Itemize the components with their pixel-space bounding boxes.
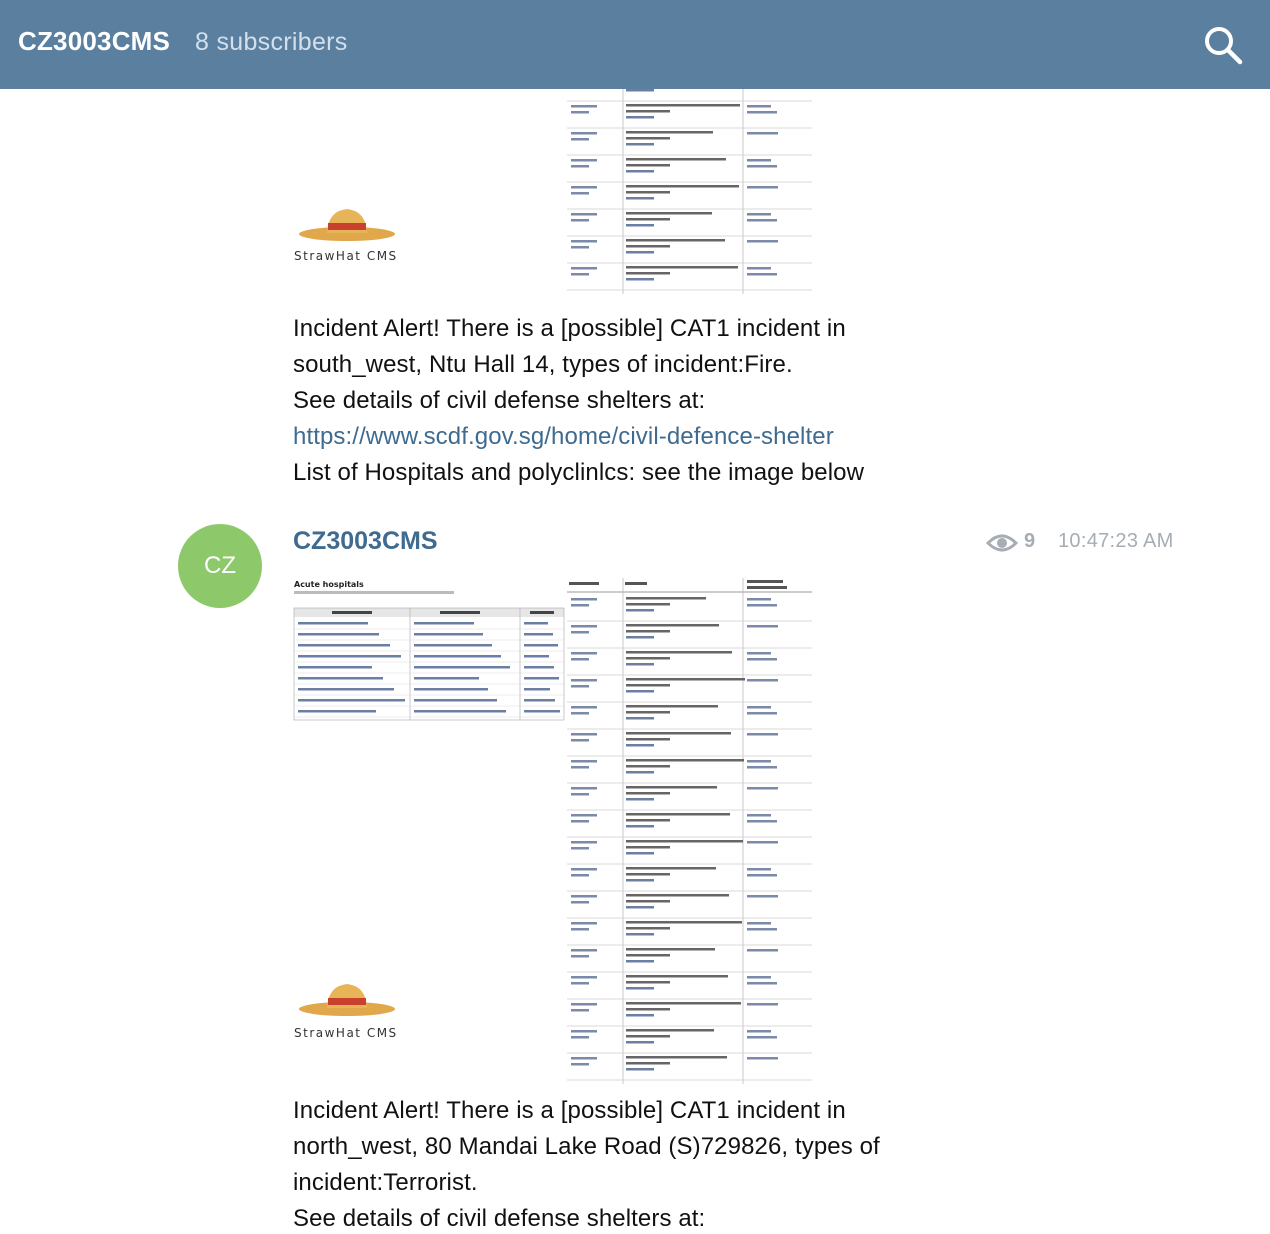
hospital-list-image[interactable]: StrawHat CMS xyxy=(292,89,812,302)
acute-title: Acute hospitals xyxy=(294,580,364,589)
message-text: Incident Alert! There is a [possible] CA… xyxy=(293,1093,993,1234)
message-line: See details of civil defense shelters at… xyxy=(293,1205,706,1232)
straw-hat-logo xyxy=(292,964,422,1054)
logo-text: StrawHat CMS xyxy=(294,249,398,263)
message-text: Incident Alert! There is a [possible] CA… xyxy=(293,311,993,491)
eye-icon xyxy=(985,534,1019,552)
message-line: south_west, Ntu Hall 14, types of incide… xyxy=(293,351,793,378)
message-line: List of Hospitals and polyclinlcs: see t… xyxy=(293,459,865,486)
view-count-value: 9 xyxy=(1024,530,1036,552)
channel-title[interactable]: CZ3003CMS xyxy=(18,26,170,57)
message-line: See details of civil defense shelters at… xyxy=(293,387,706,414)
author-name[interactable]: CZ3003CMS xyxy=(293,527,438,556)
polyclinic-table xyxy=(567,578,812,1084)
avatar[interactable]: CZ xyxy=(178,524,262,608)
message-feed[interactable]: StrawHat CMS Incident Alert! There is a … xyxy=(0,89,1270,1234)
polyclinic-table xyxy=(567,89,812,294)
logo-text: StrawHat CMS xyxy=(294,1026,398,1040)
message-line: north_west, 80 Mandai Lake Road (S)72982… xyxy=(293,1133,880,1160)
channel-header: CZ3003CMS 8 subscribers xyxy=(0,0,1270,89)
search-icon[interactable] xyxy=(1200,22,1246,68)
acute-hospitals-table: Acute hospitals xyxy=(293,580,565,721)
message-line: incident:Terrorist. xyxy=(293,1169,478,1196)
message-time: 10:47:23 AM xyxy=(1058,530,1174,552)
message-line: Incident Alert! There is a [possible] CA… xyxy=(293,1097,846,1124)
straw-hat-logo xyxy=(292,189,422,279)
view-count: 9 xyxy=(985,530,1035,556)
subscriber-count: 8 subscribers xyxy=(195,28,348,56)
message-line: Incident Alert! There is a [possible] CA… xyxy=(293,315,846,342)
hospital-list-image[interactable]: Acute hospitals StrawHat CMS xyxy=(292,578,812,1086)
shelter-link[interactable]: https://www.scdf.gov.sg/home/civil-defen… xyxy=(293,419,993,455)
